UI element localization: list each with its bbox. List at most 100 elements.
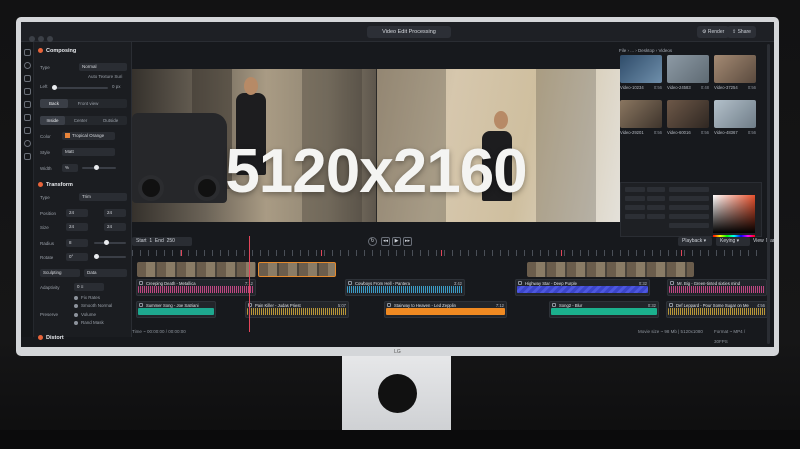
position-label: Position (40, 211, 57, 216)
brush-tool-icon[interactable] (24, 153, 31, 160)
color-picker[interactable] (713, 195, 755, 233)
thumbnail-video-48367[interactable]: Video-48367 0:56 (714, 100, 756, 135)
adaptivity-field[interactable]: 0 ≡ (74, 283, 104, 291)
size-x-field[interactable]: 24 (66, 223, 88, 231)
sculpting-data-select[interactable]: Data (84, 269, 127, 277)
color-tool-icon[interactable] (24, 140, 31, 147)
sculpting-select[interactable]: Sculpting (40, 269, 80, 277)
render-button[interactable]: ⚙ Render (697, 26, 730, 38)
inspector-field[interactable] (669, 214, 709, 219)
rotate-slider[interactable] (94, 254, 126, 259)
video-clip-strip[interactable] (137, 262, 256, 277)
crop-tool-icon[interactable] (24, 101, 31, 108)
inspector-field[interactable] (625, 196, 645, 201)
radius-slider[interactable] (94, 240, 126, 245)
inspector-field[interactable] (669, 196, 709, 201)
color-select[interactable]: Tropical Orange (62, 132, 115, 140)
select-tool-icon[interactable] (24, 49, 31, 56)
thumbnail-name: Video-60016 (667, 130, 691, 135)
size-y-field[interactable]: 24 (104, 223, 126, 231)
inspector-field[interactable] (625, 187, 645, 192)
audio-clip[interactable]: Song2 - Blur 0:32 (549, 301, 659, 318)
layer-tool-icon[interactable] (24, 127, 31, 134)
hand-tool-icon[interactable] (24, 88, 31, 95)
thumbnail-video-37254[interactable]: Video-37254 0:56 (714, 55, 756, 90)
radius-field[interactable]: 8 (66, 239, 88, 247)
status-bar: Time ~ 00:00:00 / 00:00:00 Movie size ~ … (132, 327, 752, 344)
move-tool-icon[interactable] (24, 75, 31, 82)
tab-outside[interactable]: Outside (96, 116, 125, 125)
smooth-normal-radio[interactable]: Smooth Normal (74, 303, 112, 308)
timeline-ruler[interactable] (132, 250, 762, 256)
audio-clip[interactable]: Highway Star - Deep Purple 0:32 (515, 279, 650, 296)
start-label: Start (136, 238, 147, 244)
video-clip-strip-selected[interactable] (258, 262, 336, 277)
thumbnail-video-29201[interactable]: Video-29201 0:56 (620, 100, 662, 135)
audio-clip[interactable]: Summer Song - Joe Satriani (136, 301, 216, 318)
type-select[interactable]: Normal (79, 63, 127, 71)
loop-icon[interactable]: ↻ (368, 237, 377, 246)
composing-section-header[interactable]: Composing (38, 48, 76, 54)
keying-dropdown[interactable]: Keying ▾ (716, 237, 750, 246)
width-field[interactable]: % (62, 164, 78, 172)
audio-clip[interactable]: Def Leppard - Pour Some Sugar on Me 4:56 (666, 301, 768, 318)
scrollbar[interactable] (767, 44, 770, 344)
left-slider-thumb[interactable] (52, 85, 57, 90)
tab-center[interactable]: Center (65, 116, 96, 125)
auto-texture-checkbox[interactable]: Auto Texture Suri (88, 74, 122, 79)
inspector-field[interactable] (647, 214, 665, 219)
transform-type-select[interactable]: Trim (79, 193, 127, 201)
inspector-field[interactable] (669, 187, 709, 192)
tab-front-view[interactable]: Front view (68, 99, 108, 108)
rotate-field[interactable]: 0° (66, 253, 88, 261)
position-y-field[interactable]: 24 (104, 209, 126, 217)
inspector-field[interactable] (625, 214, 645, 219)
breadcrumb[interactable]: File › ... › Desktop › Videos (619, 48, 672, 53)
style-select[interactable]: Matt (62, 148, 115, 156)
width-slider-thumb[interactable] (94, 165, 99, 170)
share-button[interactable]: ⇪ Share (727, 26, 756, 38)
radius-slider-thumb[interactable] (104, 240, 109, 245)
audio-clip[interactable]: Cowboys From Hell - Pantera 3:42 (345, 279, 465, 296)
audio-clip[interactable]: Pain Killer - Judas Priest 5:07 (245, 301, 349, 318)
inspector-field[interactable] (647, 196, 665, 201)
inspector-field[interactable] (669, 223, 709, 228)
transform-bullet-icon (38, 182, 43, 188)
range-field[interactable]: Start 1 End 250 (132, 237, 192, 246)
video-preview[interactable]: 5120x2160 (132, 69, 620, 222)
video-clip-strip[interactable] (527, 262, 694, 277)
left-slider[interactable] (52, 85, 108, 90)
ruler-marker (561, 250, 562, 256)
globe-tool-icon[interactable] (24, 62, 31, 69)
thumbnail-video-24583[interactable]: Video-24583 0:48 (667, 55, 709, 90)
inspector-field[interactable] (647, 187, 665, 192)
volume-radio[interactable]: Volume (74, 312, 96, 317)
stand-cable-hole (378, 374, 417, 413)
view-menu[interactable]: View (753, 237, 764, 246)
transform-section-header[interactable]: Transform (38, 182, 73, 188)
rand-mask-radio[interactable]: Rand Mask (74, 320, 104, 325)
thumbnail-video-10234[interactable]: Video-10234 0:56 (620, 55, 662, 90)
distort-title: Distort (46, 335, 64, 341)
position-x-field[interactable]: 24 (66, 209, 88, 217)
audio-clip[interactable]: Mr. Big - Green-tinted sixties mind (667, 279, 767, 296)
fix-rates-radio[interactable]: Fix Rates (74, 295, 100, 300)
distort-section-header[interactable]: Distort (38, 335, 64, 341)
rotate-slider-thumb[interactable] (94, 254, 99, 259)
playback-dropdown[interactable]: Playback ▾ (678, 237, 712, 246)
play-icon[interactable]: ▶ (392, 237, 401, 246)
text-tool-icon[interactable] (24, 114, 31, 121)
inspector-field[interactable] (669, 205, 709, 210)
playhead[interactable] (249, 236, 250, 332)
inspector-field[interactable] (625, 205, 645, 210)
audio-clip[interactable]: Stairway to Heaven - Led Zepplin 7:12 (384, 301, 507, 318)
inspector-field[interactable] (647, 205, 665, 210)
clip-waveform (347, 286, 463, 293)
fast-forward-icon[interactable]: ▸▸ (403, 237, 412, 246)
tab-inside[interactable]: Inside (40, 116, 65, 125)
audio-clip[interactable]: Creeping Death - Metallica7:12 (136, 279, 256, 296)
thumbnail-video-60016[interactable]: Video-60016 0:56 (667, 100, 709, 135)
rewind-icon[interactable]: ◂◂ (381, 237, 390, 246)
width-slider[interactable] (82, 165, 116, 170)
tab-back[interactable]: Back (40, 99, 68, 108)
